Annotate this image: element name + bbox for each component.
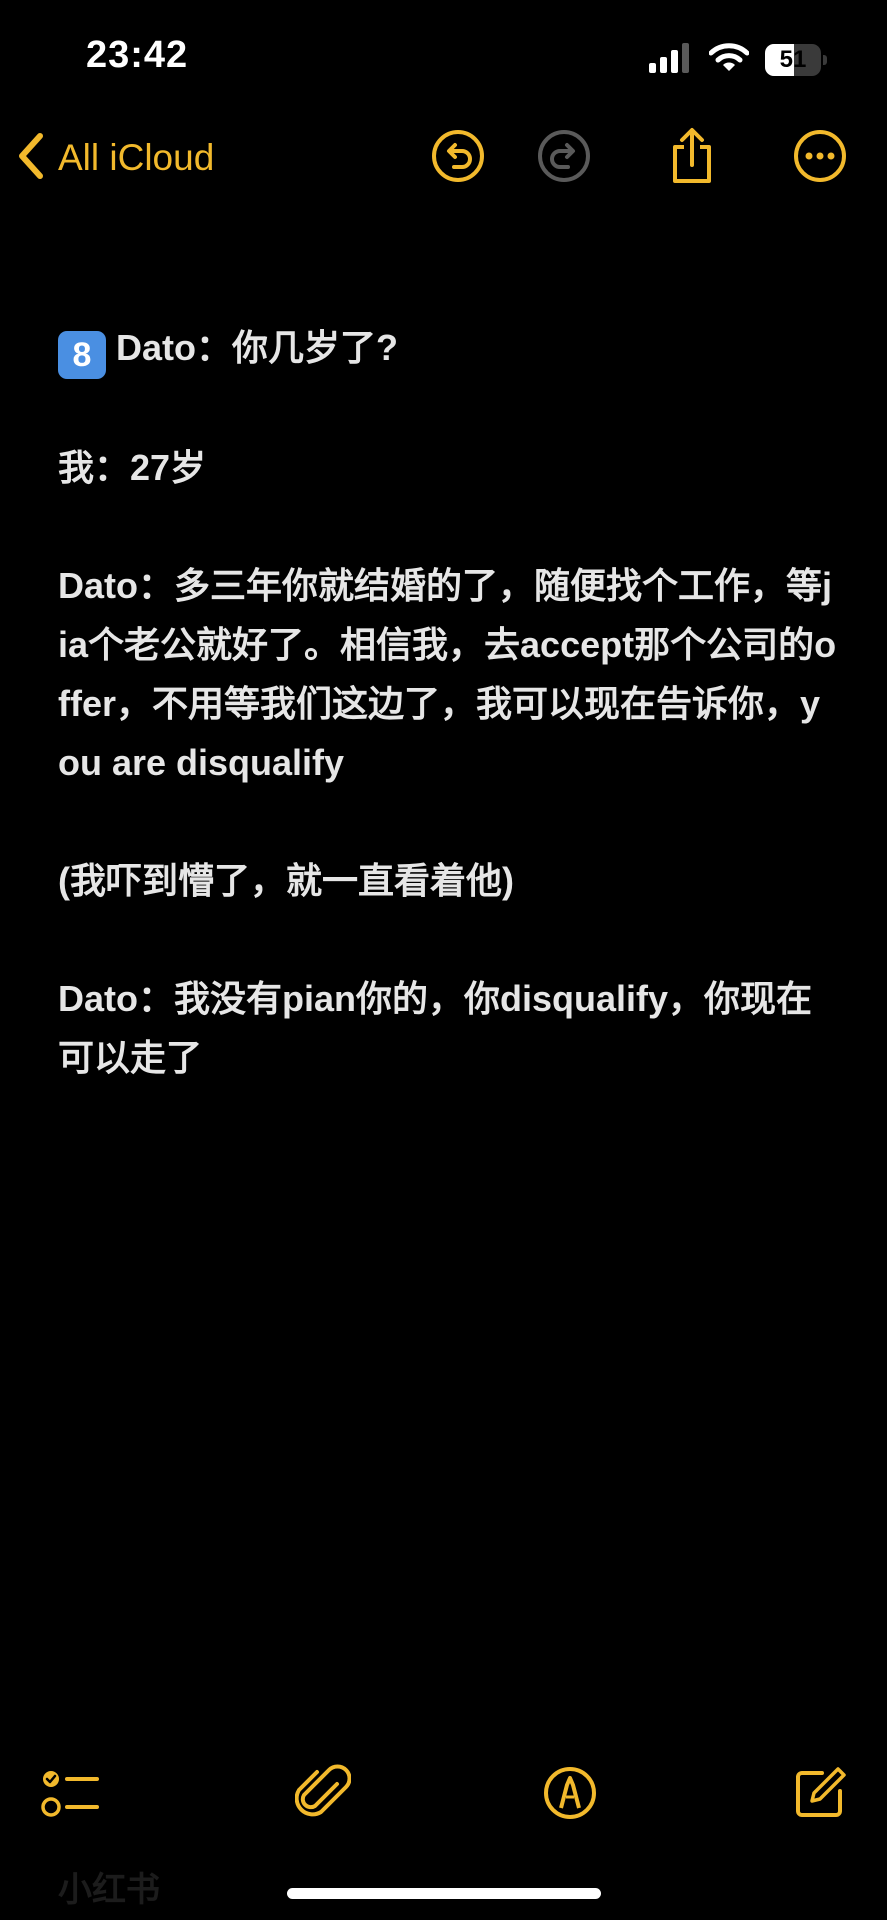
redo-icon (537, 129, 591, 188)
battery-indicator: 51 (765, 44, 827, 76)
status-time: 23:42 (86, 34, 189, 76)
back-button[interactable]: All iCloud (18, 126, 214, 190)
compose-icon (792, 1765, 848, 1826)
note-line-5: Dato：我没有pian你的，你disqualify，你现在可以走了 (58, 978, 813, 1078)
undo-button[interactable] (426, 126, 490, 190)
note-line-1: 8 Dato：你几岁了? (58, 318, 838, 379)
note-body[interactable]: 8 Dato：你几岁了? 我：27岁 Dato：多三年你就结婚的了，随便找个工作，… (58, 318, 838, 1146)
note-line-2: 我：27岁 (58, 447, 207, 488)
share-icon (667, 127, 717, 190)
faded-watermark-text: 小红书 (58, 1871, 160, 1909)
battery-percent: 51 (779, 46, 807, 73)
note-line-3: Dato：多三年你就结婚的了，随便找个工作，等jia个老公就好了。相信我，去ac… (58, 565, 837, 783)
checklist-button[interactable] (36, 1760, 106, 1830)
share-button[interactable] (660, 126, 724, 190)
markup-icon (542, 1765, 598, 1826)
attachment-icon (294, 1764, 352, 1827)
attach-button[interactable] (288, 1760, 358, 1830)
nav-bar: All iCloud (0, 120, 887, 196)
back-label: All iCloud (58, 137, 215, 178)
checklist-icon (41, 1767, 101, 1824)
note-line-4: (我吓到懵了，就一直看着他) (58, 860, 514, 901)
more-button[interactable] (788, 126, 852, 190)
keycap-eight-emoji: 8 (58, 331, 106, 379)
home-indicator[interactable] (287, 1888, 601, 1899)
status-bar: 23:42 51 (0, 0, 887, 120)
compose-button[interactable] (785, 1760, 855, 1830)
more-icon (793, 129, 847, 188)
bottom-toolbar (0, 1760, 887, 1830)
chevron-left-icon (18, 132, 44, 184)
undo-icon (431, 129, 485, 188)
status-indicators: 51 (649, 40, 827, 80)
markup-button[interactable] (535, 1760, 605, 1830)
note-line-1-text: Dato：你几岁了? (116, 327, 398, 368)
redo-button[interactable] (532, 126, 596, 190)
cellular-signal-icon (649, 42, 693, 78)
wifi-icon (708, 42, 750, 78)
